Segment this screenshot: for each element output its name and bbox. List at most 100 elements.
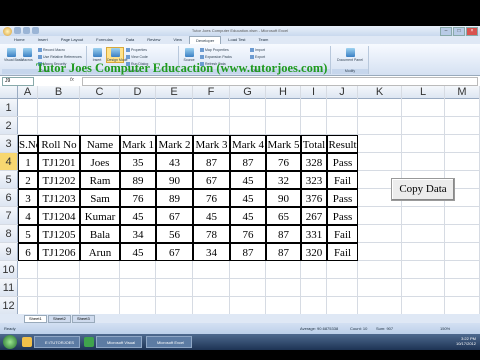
name-box[interactable]: J9 xyxy=(2,77,34,86)
record-macro-button[interactable]: Record Macro xyxy=(38,48,65,53)
column-header-a[interactable]: A xyxy=(18,86,38,99)
taskbar-item-excel[interactable]: Microsoft Excel xyxy=(146,336,192,348)
table-cell[interactable]: Kumar xyxy=(80,207,120,225)
taskbar-item-visual-basic[interactable]: Microsoft Visual xyxy=(96,336,142,348)
document-panel-button[interactable]: Document Panel xyxy=(336,48,364,62)
macros-button[interactable]: Macros xyxy=(20,48,34,62)
row-header-2[interactable]: 2 xyxy=(0,117,18,135)
table-cell[interactable]: TJ1201 xyxy=(38,153,80,171)
tab-data[interactable]: Data xyxy=(120,36,140,44)
table-cell[interactable]: TJ1204 xyxy=(38,207,80,225)
row-header-9[interactable]: 9 xyxy=(0,243,18,261)
tab-home[interactable]: Home xyxy=(8,36,31,44)
table-cell[interactable]: 90 xyxy=(156,171,193,189)
view-code-button[interactable]: View Code xyxy=(126,55,148,60)
map-properties-button[interactable]: Map Properties xyxy=(200,48,229,53)
table-cell[interactable]: 45 xyxy=(193,207,230,225)
taskbar-item-explorer[interactable]: E:\TUTORJOES xyxy=(34,336,80,348)
source-button[interactable]: Source xyxy=(182,48,196,62)
row-header-11[interactable]: 11 xyxy=(0,279,18,297)
table-cell[interactable]: 331 xyxy=(301,225,327,243)
column-header-c[interactable]: C xyxy=(80,86,120,99)
column-header-f[interactable]: F xyxy=(193,86,230,99)
table-cell[interactable]: Ram xyxy=(80,171,120,189)
table-cell[interactable]: Pass xyxy=(327,153,358,171)
table-cell[interactable]: 43 xyxy=(156,153,193,171)
table-cell[interactable]: 90 xyxy=(266,189,301,207)
tab-page-layout[interactable]: Page Layout xyxy=(55,36,89,44)
save-icon[interactable] xyxy=(14,27,21,34)
sheet-tab-sheet1[interactable]: Sheet1 xyxy=(24,315,47,323)
table-cell[interactable]: 267 xyxy=(301,207,327,225)
table-cell[interactable]: 56 xyxy=(156,225,193,243)
table-cell[interactable]: 376 xyxy=(301,189,327,207)
row-header-10[interactable]: 10 xyxy=(0,261,18,279)
minimize-button[interactable]: – xyxy=(440,27,452,36)
table-cell[interactable]: 45 xyxy=(120,207,156,225)
row-header-3[interactable]: 3 xyxy=(0,135,18,153)
table-cell[interactable]: Fail xyxy=(327,225,358,243)
column-header-g[interactable]: G xyxy=(230,86,266,99)
table-cell[interactable]: 89 xyxy=(120,171,156,189)
zoom-level[interactable]: 150% xyxy=(440,326,450,331)
row-header-5[interactable]: 5 xyxy=(0,171,18,189)
table-cell[interactable]: 87 xyxy=(266,225,301,243)
row-header-4[interactable]: 4 xyxy=(0,153,18,171)
table-cell[interactable]: TJ1205 xyxy=(38,225,80,243)
table-cell[interactable]: 45 xyxy=(230,189,266,207)
row-header-8[interactable]: 8 xyxy=(0,225,18,243)
table-cell[interactable]: 320 xyxy=(301,243,327,261)
expansion-packs-button[interactable]: Expansion Packs xyxy=(200,55,232,60)
table-cell[interactable]: TJ1203 xyxy=(38,189,80,207)
table-cell[interactable]: 67 xyxy=(193,171,230,189)
excel-icon[interactable] xyxy=(84,337,94,347)
tab-review[interactable]: Review xyxy=(141,36,166,44)
table-cell[interactable]: 87 xyxy=(193,153,230,171)
column-header-e[interactable]: E xyxy=(156,86,193,99)
table-cell[interactable]: 4 xyxy=(18,207,38,225)
table-cell[interactable]: 87 xyxy=(230,153,266,171)
table-cell[interactable]: 76 xyxy=(120,189,156,207)
table-cell[interactable]: TJ1206 xyxy=(38,243,80,261)
import-button[interactable]: Import xyxy=(250,48,265,53)
column-header-m[interactable]: M xyxy=(445,86,480,99)
column-header-b[interactable]: B xyxy=(38,86,80,99)
table-cell[interactable]: 45 xyxy=(230,171,266,189)
table-cell[interactable]: Pass xyxy=(327,207,358,225)
insert-control-button[interactable]: Insert xyxy=(90,48,104,62)
relative-references-button[interactable]: Use Relative References xyxy=(38,55,82,60)
table-cell[interactable]: 65 xyxy=(266,207,301,225)
tab-formulas[interactable]: Formulas xyxy=(90,36,119,44)
column-header-l[interactable]: L xyxy=(402,86,445,99)
column-header-k[interactable]: K xyxy=(358,86,402,99)
table-cell[interactable]: Sam xyxy=(80,189,120,207)
table-cell[interactable]: 87 xyxy=(266,243,301,261)
visual-basic-button[interactable]: Visual Basic xyxy=(4,48,23,62)
properties-button[interactable]: Properties xyxy=(126,48,147,53)
office-button-icon[interactable] xyxy=(3,27,12,36)
table-cell[interactable]: 87 xyxy=(230,243,266,261)
row-header-1[interactable]: 1 xyxy=(0,99,18,117)
row-header-12[interactable]: 12 xyxy=(0,297,18,315)
table-cell[interactable]: 328 xyxy=(301,153,327,171)
table-cell[interactable]: 3 xyxy=(18,189,38,207)
copy-data-button[interactable]: Copy Data xyxy=(391,178,455,201)
table-cell[interactable]: 323 xyxy=(301,171,327,189)
table-cell[interactable]: 67 xyxy=(156,243,193,261)
table-cell[interactable]: 67 xyxy=(156,207,193,225)
table-cell[interactable]: 2 xyxy=(18,171,38,189)
tab-view[interactable]: View xyxy=(167,36,188,44)
table-cell[interactable]: 76 xyxy=(266,153,301,171)
formula-input[interactable] xyxy=(82,77,478,86)
table-cell[interactable]: Arun xyxy=(80,243,120,261)
table-cell[interactable]: Fail xyxy=(327,171,358,189)
table-cell[interactable]: 89 xyxy=(156,189,193,207)
table-cell[interactable]: 45 xyxy=(230,207,266,225)
close-button[interactable]: × xyxy=(466,27,478,36)
table-cell[interactable]: 1 xyxy=(18,153,38,171)
table-cell[interactable]: 78 xyxy=(193,225,230,243)
column-header-i[interactable]: I xyxy=(301,86,327,99)
table-cell[interactable]: 32 xyxy=(266,171,301,189)
select-all-corner[interactable] xyxy=(0,86,18,99)
sheet-tab-sheet2[interactable]: Sheet2 xyxy=(48,315,71,323)
